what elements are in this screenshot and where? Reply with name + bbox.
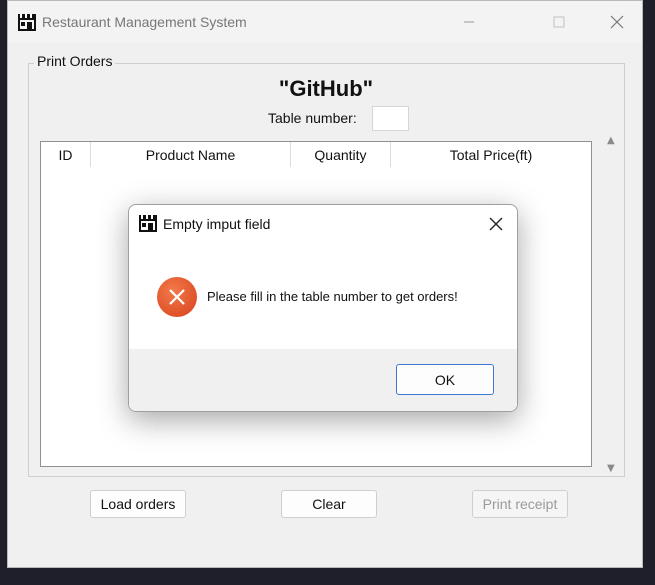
load-orders-button[interactable]: Load orders <box>90 490 186 518</box>
error-icon <box>157 277 197 317</box>
error-dialog: Empty imput field Please fill in the tab… <box>128 204 518 412</box>
background-right-strip <box>643 0 655 585</box>
background-bottom-strip <box>0 567 655 585</box>
window-title: Restaurant Management System <box>42 14 247 30</box>
clear-button[interactable]: Clear <box>281 490 377 518</box>
column-header-product-name[interactable]: Product Name <box>91 142 291 167</box>
store-icon <box>18 14 36 31</box>
close-icon <box>610 15 624 29</box>
close-button[interactable] <box>606 11 628 33</box>
vertical-scrollbar[interactable]: ▲ ▼ <box>603 131 621 476</box>
table-number-input[interactable] <box>372 106 409 131</box>
background-left-strip <box>0 0 7 585</box>
column-header-total-price[interactable]: Total Price(ft) <box>391 142 591 167</box>
table-number-label: Table number: <box>268 110 357 126</box>
minimize-icon <box>464 21 474 23</box>
group-label: Print Orders <box>34 53 116 69</box>
dialog-title: Empty imput field <box>163 216 271 232</box>
restaurant-heading: "GitHub" <box>278 76 374 101</box>
print-receipt-button[interactable]: Print receipt <box>472 490 568 518</box>
store-icon <box>139 215 157 232</box>
dialog-close-button[interactable] <box>485 213 507 235</box>
orders-table-header: ID Product Name Quantity Total Price(ft) <box>41 142 591 167</box>
ok-button[interactable]: OK <box>396 364 494 395</box>
maximize-button[interactable] <box>548 11 570 33</box>
dialog-message: Please fill in the table number to get o… <box>207 289 458 304</box>
minimize-button[interactable] <box>458 11 480 33</box>
dialog-footer: OK <box>129 349 517 411</box>
scroll-up-icon[interactable]: ▲ <box>607 135 615 146</box>
column-header-quantity[interactable]: Quantity <box>291 142 391 167</box>
column-header-id[interactable]: ID <box>41 142 91 167</box>
titlebar[interactable]: Restaurant Management System <box>8 1 642 43</box>
scroll-down-icon[interactable]: ▼ <box>607 463 615 474</box>
maximize-icon <box>553 16 565 28</box>
close-icon <box>489 217 503 231</box>
